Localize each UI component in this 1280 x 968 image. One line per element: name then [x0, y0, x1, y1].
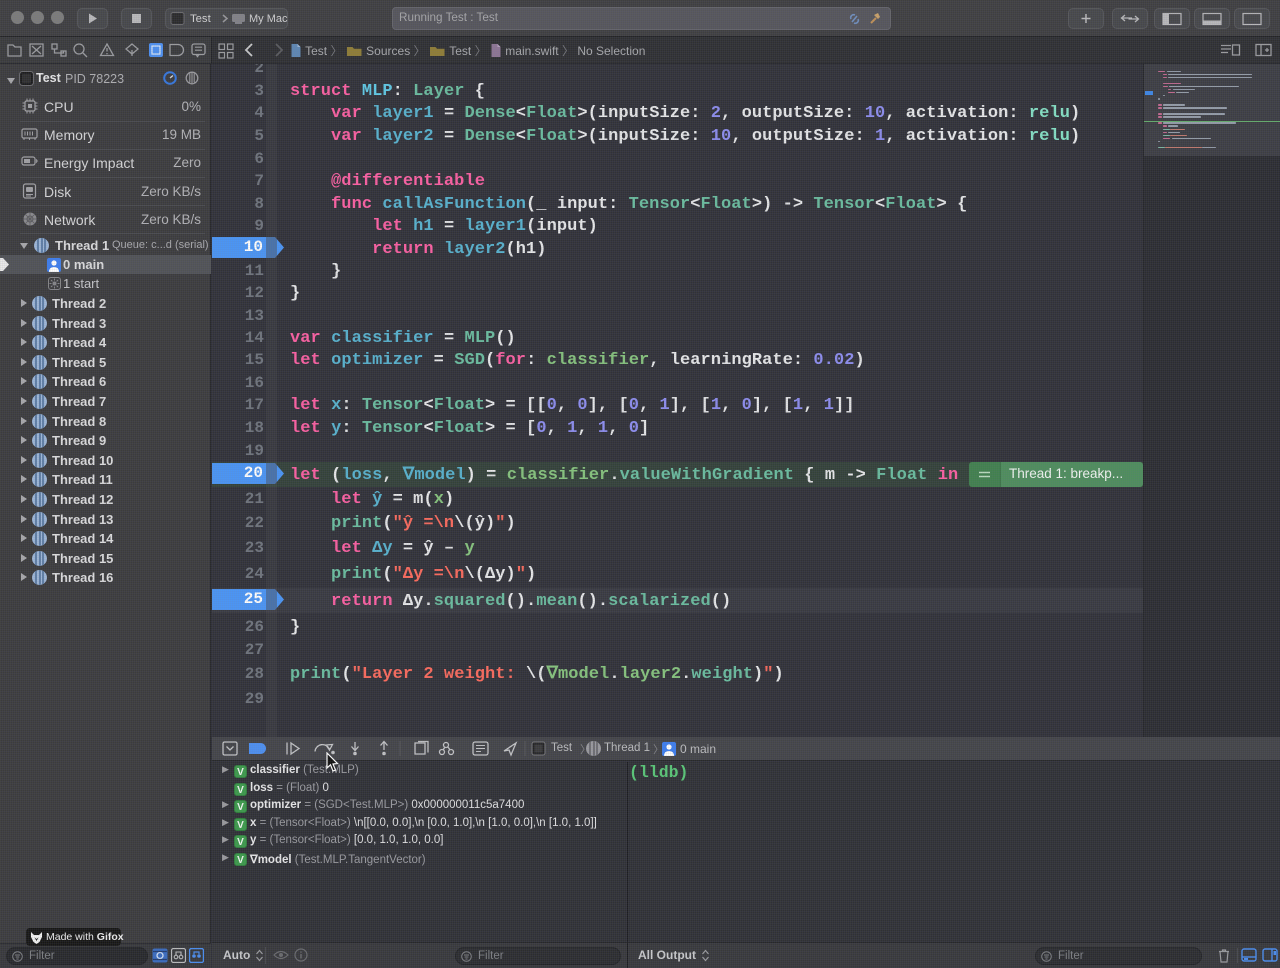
svg-text:Test: Test	[190, 13, 212, 25]
svg-text:My Mac: My Mac	[249, 13, 288, 25]
